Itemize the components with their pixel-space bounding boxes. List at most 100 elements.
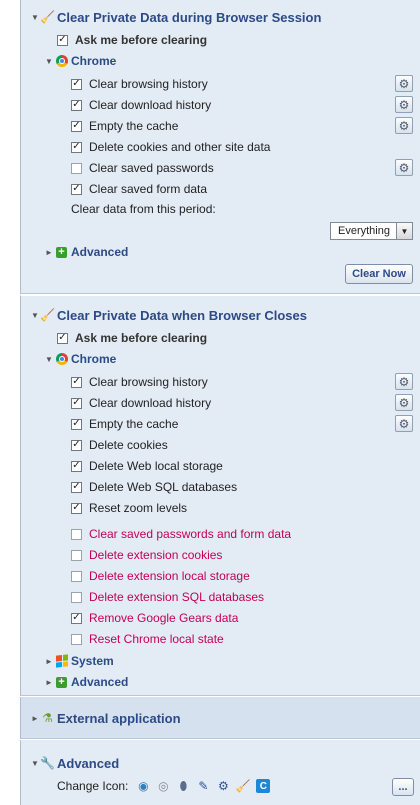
gear-icon[interactable]: ⚙	[395, 96, 413, 113]
gear-icon[interactable]: ⚙	[395, 373, 413, 390]
expand-arrow-icon[interactable]: ►	[45, 657, 55, 666]
checkbox[interactable]: ✓	[71, 397, 82, 409]
closes-chrome-group[interactable]: ▼ Chrome	[45, 350, 116, 368]
checkbox[interactable]: ✓	[71, 418, 82, 430]
closes-system-group[interactable]: ► System	[45, 652, 114, 670]
eraser-gray-icon[interactable]: ◎	[156, 779, 170, 793]
checkbox[interactable]: ✓	[71, 481, 82, 493]
gear-icon[interactable]: ⚙	[395, 159, 413, 176]
option-row[interactable]: ✓ Clear download history	[71, 394, 211, 412]
period-label: Clear data from this period:	[71, 202, 216, 216]
session-header[interactable]: ▼ 🧹 Clear Private Data during Browser Se…	[31, 8, 321, 26]
closes-header[interactable]: ▼ 🧹 Clear Private Data when Browser Clos…	[31, 306, 307, 324]
checkbox[interactable]: ✓	[71, 78, 82, 90]
checkbox[interactable]: ✓	[71, 120, 82, 132]
option-label: Delete extension SQL databases	[89, 590, 265, 604]
option-row[interactable]: ✓ Clear saved form data	[71, 180, 207, 198]
clear-now-button[interactable]: Clear Now	[345, 264, 413, 284]
expand-arrow-icon[interactable]: ▼	[45, 355, 55, 364]
option-row[interactable]: ✓ Reset zoom levels	[71, 499, 187, 517]
broom-icon[interactable]: 🧹	[236, 779, 251, 793]
option-label: Clear browsing history	[89, 375, 208, 389]
option-row[interactable]: ✓ Clear download history	[71, 96, 211, 114]
section-title: Clear Private Data when Browser Closes	[57, 307, 307, 323]
checkbox[interactable]: ✓	[71, 141, 82, 153]
brush-icon[interactable]: ✎	[196, 779, 210, 793]
chrome-icon	[55, 353, 68, 366]
external-header[interactable]: ► ⚗ External application	[31, 709, 181, 727]
session-ask-option[interactable]: ✓ Ask me before clearing	[57, 31, 207, 49]
option-row[interactable]: Delete extension SQL databases	[71, 588, 264, 606]
checkbox[interactable]: ✓	[57, 332, 68, 344]
option-row[interactable]: ✓ Empty the cache	[71, 415, 178, 433]
flask-icon: ⚗	[42, 711, 53, 725]
broom-icon: 🧹	[40, 10, 55, 24]
closes-panel: ▼ 🧹 Clear Private Data when Browser Clos…	[20, 295, 420, 696]
gear-icon[interactable]: ⚙	[395, 394, 413, 411]
gear-icon[interactable]: ⚙	[216, 779, 230, 793]
expand-arrow-icon[interactable]: ▼	[45, 57, 55, 66]
checkbox[interactable]	[71, 591, 82, 603]
option-label: Delete extension cookies	[89, 548, 223, 562]
gear-icon[interactable]: ⚙	[395, 75, 413, 92]
external-panel: ► ⚗ External application	[20, 697, 420, 739]
checkbox[interactable]: ✓	[71, 183, 82, 195]
option-row[interactable]: Clear saved passwords and form data	[71, 525, 291, 543]
checkbox[interactable]: ✓	[71, 612, 82, 624]
more-icons-button[interactable]: ...	[392, 778, 414, 796]
option-row[interactable]: ✓ Clear browsing history	[71, 373, 208, 391]
option-row[interactable]: Reset Chrome local state	[71, 630, 224, 648]
option-row[interactable]: Delete extension local storage	[71, 567, 250, 585]
session-advanced-group[interactable]: ► + Advanced	[45, 243, 128, 261]
option-label: Clear download history	[89, 396, 212, 410]
gear-icon[interactable]: ⚙	[395, 117, 413, 134]
option-row[interactable]: ✓ Delete Web SQL databases	[71, 478, 237, 496]
checkbox[interactable]: ✓	[71, 502, 82, 514]
closes-advanced-group[interactable]: ► + Advanced	[45, 673, 128, 691]
option-row[interactable]: ✓ Delete Web local storage	[71, 457, 223, 475]
checkbox[interactable]	[71, 549, 82, 561]
period-select[interactable]: Everything ▼	[330, 222, 413, 240]
plus-icon: +	[55, 676, 68, 689]
option-row[interactable]: ✓ Clear browsing history	[71, 75, 208, 93]
option-row[interactable]: ✓ Delete cookies and other site data	[71, 138, 270, 156]
option-label: Reset Chrome local state	[89, 632, 224, 646]
option-label: Delete extension local storage	[89, 569, 250, 583]
option-label: Delete cookies	[89, 438, 168, 452]
ccleaner-icon[interactable]: C	[256, 779, 271, 793]
option-label: Clear saved passwords	[89, 161, 214, 175]
option-label: Empty the cache	[89, 417, 179, 431]
expand-arrow-icon[interactable]: ►	[45, 248, 55, 257]
option-label: Clear download history	[89, 98, 212, 112]
option-label: Reset zoom levels	[89, 501, 188, 515]
option-row[interactable]: ✓ Empty the cache	[71, 117, 178, 135]
checkbox[interactable]: ✓	[71, 99, 82, 111]
checkbox[interactable]: ✓	[57, 34, 68, 46]
checkbox[interactable]: ✓	[71, 460, 82, 472]
change-icon-label: Change Icon:	[57, 779, 129, 793]
pill-icon[interactable]: ⬮	[176, 779, 190, 793]
option-row[interactable]: Delete extension cookies	[71, 546, 222, 564]
option-label: Delete Web local storage	[89, 459, 223, 473]
option-label: Remove Google Gears data	[89, 611, 239, 625]
option-row[interactable]: Clear saved passwords	[71, 159, 214, 177]
gear-icon[interactable]: ⚙	[395, 415, 413, 432]
option-label: Delete cookies and other site data	[89, 140, 271, 154]
option-row[interactable]: ✓ Delete cookies	[71, 436, 168, 454]
expand-arrow-icon[interactable]: ►	[31, 714, 41, 723]
option-row[interactable]: ✓ Remove Google Gears data	[71, 609, 238, 627]
checkbox[interactable]	[71, 570, 82, 582]
session-chrome-group[interactable]: ▼ Chrome	[45, 52, 116, 70]
checkbox[interactable]	[71, 162, 82, 174]
closes-ask-option[interactable]: ✓ Ask me before clearing	[57, 329, 207, 347]
option-label: Clear saved form data	[89, 182, 208, 196]
checkbox[interactable]: ✓	[71, 439, 82, 451]
chevron-down-icon[interactable]: ▼	[396, 223, 412, 239]
advanced-header[interactable]: ▼ 🔧 Advanced	[31, 754, 119, 772]
checkbox[interactable]	[71, 528, 82, 540]
checkbox[interactable]: ✓	[71, 376, 82, 388]
eraser-blue-icon[interactable]: ◉	[136, 779, 150, 793]
expand-arrow-icon[interactable]: ►	[45, 678, 55, 687]
broom-icon: 🧹	[40, 308, 55, 322]
checkbox[interactable]	[71, 633, 82, 645]
